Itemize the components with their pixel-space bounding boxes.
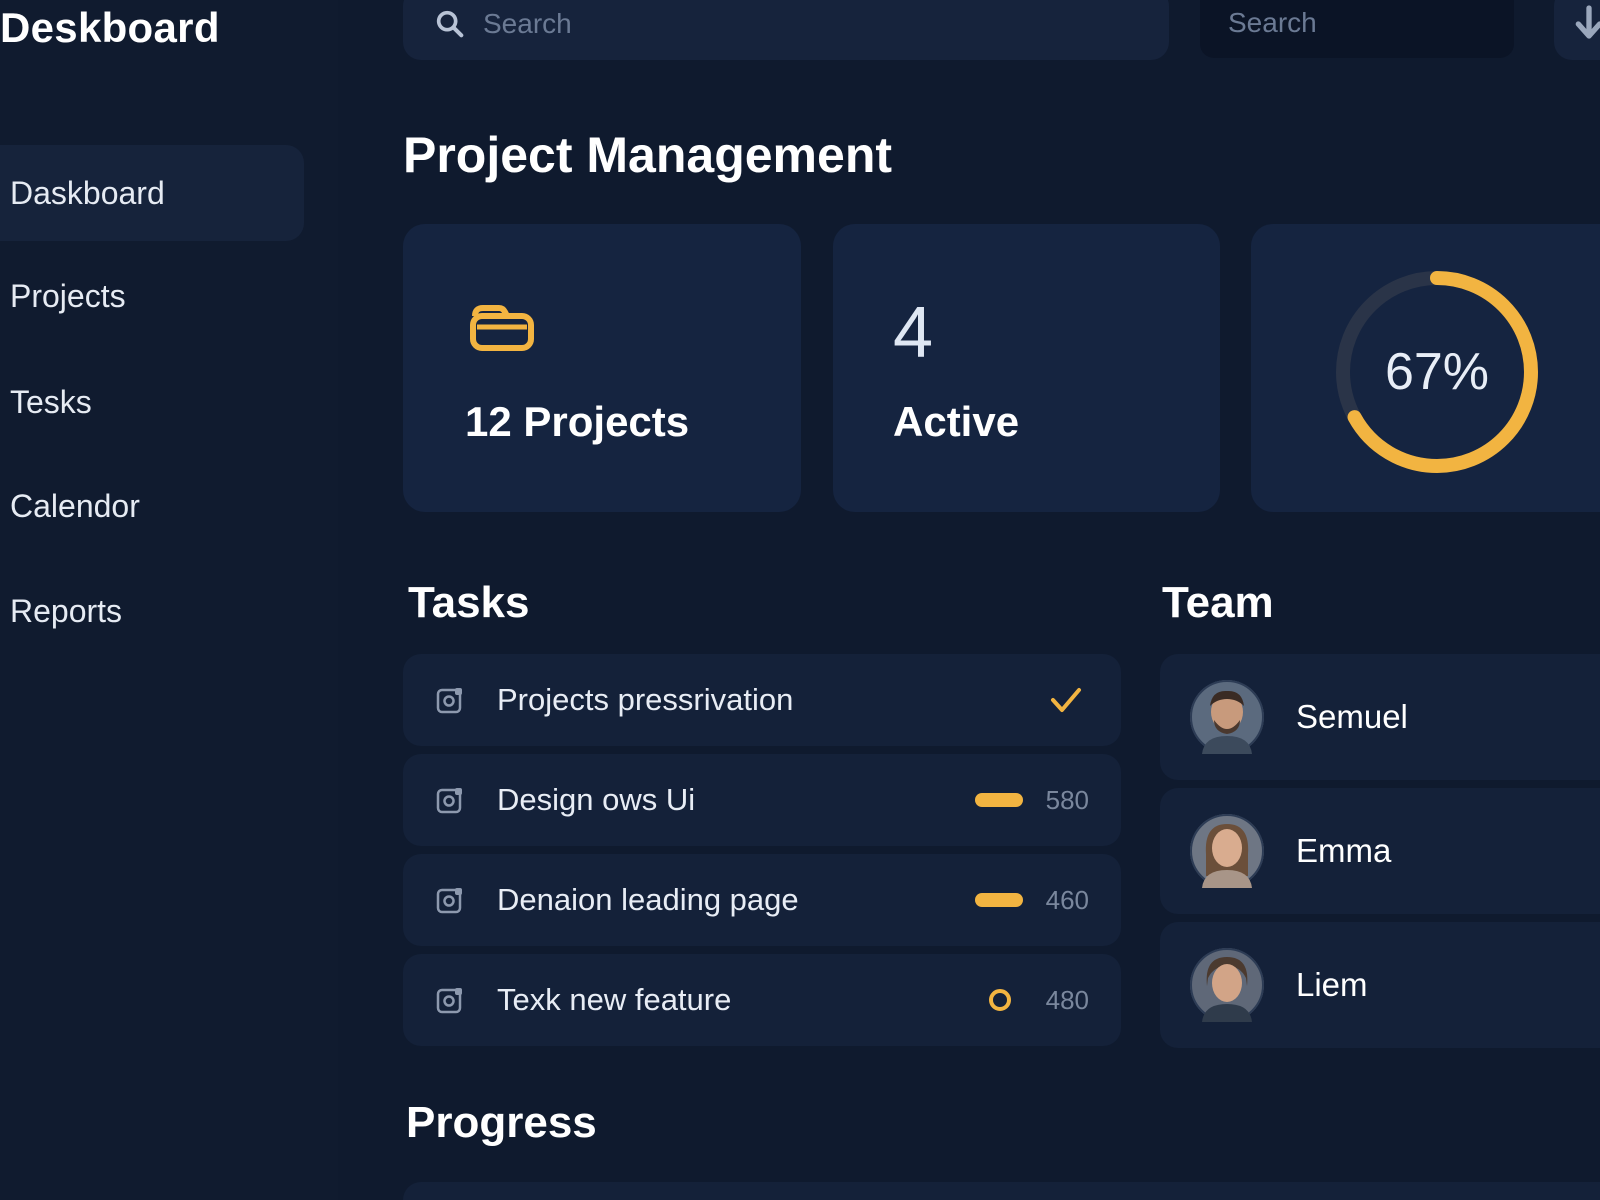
sidebar-item-reports[interactable]: Reports bbox=[0, 563, 304, 659]
tasks-heading: Tasks bbox=[408, 578, 530, 627]
avatar bbox=[1190, 948, 1264, 1022]
progress-panel bbox=[403, 1182, 1600, 1200]
task-progress-pill bbox=[975, 893, 1023, 907]
dashboard-app: Deskboard Daskboard Projects Tesks Calen… bbox=[0, 0, 1600, 1200]
task-count: 480 bbox=[1045, 984, 1089, 1015]
pending-status-icon bbox=[989, 989, 1011, 1011]
search-placeholder: Search bbox=[483, 8, 572, 39]
task-icon bbox=[436, 688, 462, 714]
download-button[interactable] bbox=[1554, 0, 1600, 60]
task-row[interactable]: Design ows Ui 580 bbox=[403, 754, 1121, 846]
sidebar-item-calendar[interactable]: Calendor bbox=[0, 458, 304, 554]
task-icon bbox=[436, 788, 462, 814]
projects-stat-card[interactable]: 12 Projects bbox=[403, 224, 801, 512]
active-count: 4 bbox=[893, 293, 934, 373]
team-member[interactable]: Emma bbox=[1160, 788, 1600, 914]
progress-heading: Progress bbox=[406, 1098, 597, 1147]
projects-count: 12 Projects bbox=[465, 398, 690, 445]
task-label: Denaion leading page bbox=[497, 882, 799, 917]
task-label: Texk new feature bbox=[497, 982, 732, 1017]
task-label: Design ows Ui bbox=[497, 782, 696, 817]
task-icon bbox=[436, 988, 462, 1014]
sidebar-item-dashboard[interactable]: Daskboard bbox=[0, 145, 304, 241]
task-count: 460 bbox=[1045, 884, 1089, 915]
task-icon bbox=[436, 888, 462, 914]
member-name: Emma bbox=[1296, 832, 1392, 869]
task-row[interactable]: Projects pressrivation bbox=[403, 654, 1121, 746]
team-heading: Team bbox=[1162, 578, 1274, 627]
member-name: Liem bbox=[1296, 966, 1368, 1003]
active-label: Active bbox=[893, 398, 1020, 445]
active-stat-card[interactable]: 4 Active bbox=[833, 224, 1220, 512]
avatar bbox=[1190, 814, 1264, 888]
member-name: Semuel bbox=[1296, 698, 1408, 735]
task-count: 580 bbox=[1045, 784, 1089, 815]
search-icon bbox=[436, 10, 464, 38]
folder-icon bbox=[470, 305, 534, 351]
secondary-search-placeholder: Search bbox=[1228, 7, 1317, 38]
page-title: Project Management bbox=[403, 127, 893, 183]
avatar bbox=[1190, 680, 1264, 754]
sidebar-item-tasks[interactable]: Tesks bbox=[0, 354, 304, 450]
download-arrow-icon bbox=[1575, 5, 1600, 39]
sidebar: Deskboard Daskboard Projects Tesks Calen… bbox=[0, 0, 338, 1200]
app-brand: Deskboard bbox=[0, 4, 220, 51]
team-member[interactable]: Liem bbox=[1160, 922, 1600, 1048]
completion-stat-card[interactable]: 67% bbox=[1251, 224, 1600, 512]
team-member[interactable]: Semuel bbox=[1160, 654, 1600, 780]
task-progress-pill bbox=[975, 793, 1023, 807]
task-label: Projects pressrivation bbox=[497, 682, 794, 717]
checkmark-icon[interactable] bbox=[1049, 685, 1083, 715]
task-row[interactable]: Denaion leading page 460 bbox=[403, 854, 1121, 946]
search-input[interactable]: Search bbox=[403, 0, 1169, 60]
completion-percent: 67% bbox=[1384, 343, 1490, 401]
task-row[interactable]: Texk new feature 480 bbox=[403, 954, 1121, 1046]
sidebar-item-projects[interactable]: Projects bbox=[0, 248, 304, 344]
secondary-search-input[interactable]: Search bbox=[1200, 0, 1514, 58]
